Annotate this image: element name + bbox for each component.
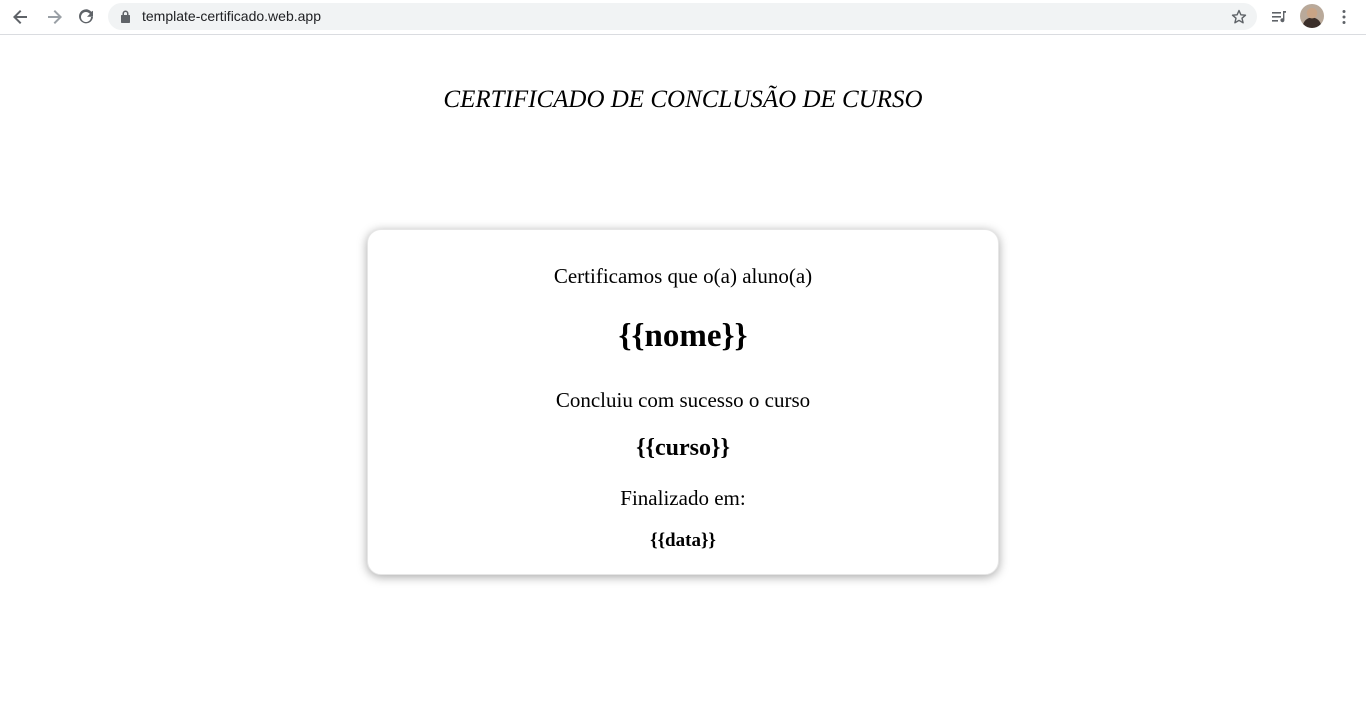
star-icon: [1231, 9, 1247, 24]
avatar[interactable]: [1300, 4, 1324, 28]
course-name: {{curso}}: [636, 435, 730, 461]
certificate-intro: Certificamos que o(a) aluno(a): [553, 264, 813, 288]
lock-icon: [121, 10, 130, 23]
bookmark-star-button[interactable]: [1229, 7, 1249, 27]
student-name: {{nome}}: [618, 318, 748, 354]
page-title: CERTIFICADO DE CONCLUSÃO DE CURSO: [443, 86, 923, 113]
url-text: template-certificado.web.app: [142, 8, 321, 24]
reload-button[interactable]: [73, 4, 99, 30]
certificate-card: Certificamos que o(a) aluno(a) {{nome}} …: [367, 229, 999, 575]
completed-text: Concluiu com sucesso o curso: [555, 388, 811, 412]
more-icon: [1342, 10, 1346, 24]
back-button[interactable]: [8, 4, 34, 30]
forward-button[interactable]: [41, 4, 67, 30]
media-control-button[interactable]: [1266, 4, 1292, 30]
finished-label: Finalizado em:: [620, 486, 746, 510]
forward-icon: [48, 10, 62, 24]
browser-toolbar: template-certificado.web.app: [0, 0, 1366, 35]
media-control-icon: [1272, 11, 1286, 23]
reload-icon: [79, 9, 93, 24]
completion-date: {{data}}: [650, 530, 716, 551]
back-icon: [13, 10, 27, 24]
more-menu-button[interactable]: [1331, 4, 1357, 30]
address-bar[interactable]: template-certificado.web.app: [108, 3, 1257, 30]
